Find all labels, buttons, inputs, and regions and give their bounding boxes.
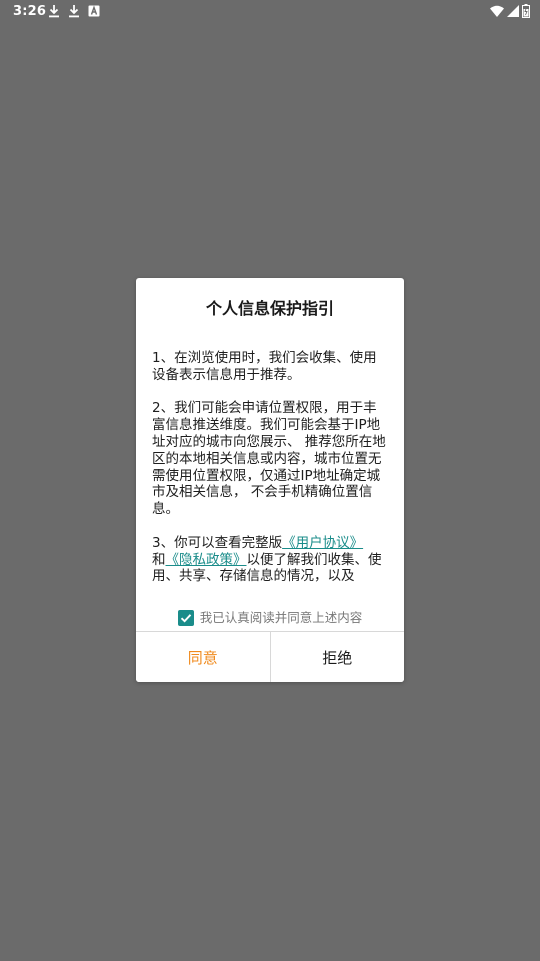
paragraph-2: 2、我们可能会申请位置权限，用于丰富信息推送维度。我们可能会基于IP地址对应的城… xyxy=(152,400,386,518)
download-icon xyxy=(69,5,79,18)
dialog-body-scroll[interactable]: 1、在浏览使用时，我们会收集、使用设备表示信息用于推荐。 2、我们可能会申请位置… xyxy=(152,350,388,586)
paragraph-3-and: 和 xyxy=(152,551,166,568)
status-time: 3:26 xyxy=(13,4,47,19)
paragraph-3-prefix: 3、你可以查看完整版 xyxy=(152,534,283,551)
screen: 3:26 个人信息保护指引 1、在浏览使用时，我们会收集、使用设备表示信息用于推… xyxy=(0,0,540,961)
battery-icon xyxy=(522,4,530,18)
consent-label: 我已认真阅读并同意上述内容 xyxy=(199,610,363,625)
consent-checkbox[interactable] xyxy=(177,610,194,626)
agree-button[interactable]: 同意 xyxy=(136,632,271,682)
privacy-policy-link[interactable]: 《隐私政策》 xyxy=(166,552,247,568)
status-bar: 3:26 xyxy=(0,0,540,24)
download-icon xyxy=(49,5,59,18)
dialog-button-row: 同意 拒绝 xyxy=(136,631,404,682)
notification-icons xyxy=(47,4,101,18)
dialog-title: 个人信息保护指引 xyxy=(205,299,334,318)
paragraph-1: 1、在浏览使用时，我们会收集、使用设备表示信息用于推荐。 xyxy=(152,350,377,383)
checkmark-icon xyxy=(180,614,191,623)
paragraph-3: 3、你可以查看完整版《用户协议》 和《隐私政策》以便了解我们收集、使用、共享、存储… xyxy=(152,535,388,585)
wifi-icon xyxy=(490,5,504,17)
privacy-dialog: 个人信息保护指引 1、在浏览使用时，我们会收集、使用设备表示信息用于推荐。 2、… xyxy=(136,278,404,682)
consent-row[interactable]: 我已认真阅读并同意上述内容 xyxy=(136,608,404,628)
app-notification-icon xyxy=(88,5,100,17)
user-agreement-link[interactable]: 《用户协议》 xyxy=(282,535,363,551)
system-icons xyxy=(490,4,530,18)
reject-button[interactable]: 拒绝 xyxy=(270,632,404,682)
signal-icon xyxy=(507,4,519,17)
